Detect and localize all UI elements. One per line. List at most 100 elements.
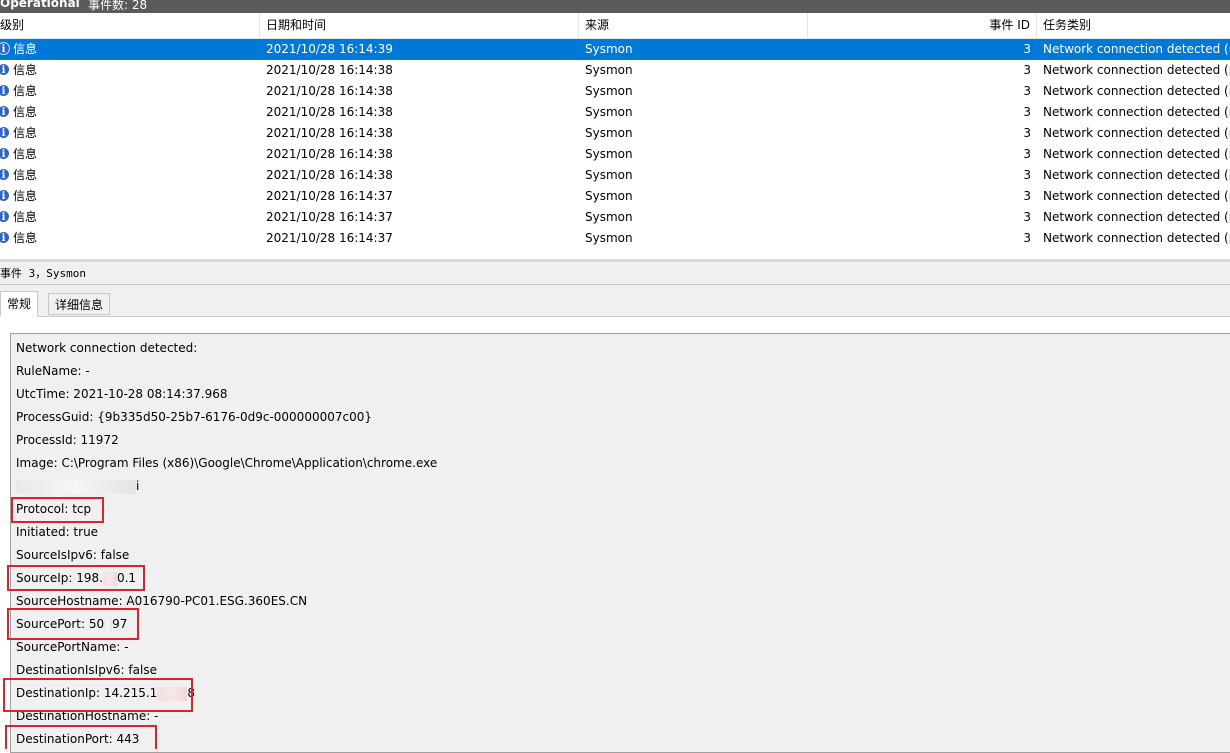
column-header-datetime[interactable]: 日期和时间 [260,13,579,38]
row-task: Network connection detected (ru [1043,147,1230,161]
column-header-source[interactable]: 来源 [579,13,808,38]
column-header-event-id[interactable]: 事件 ID [808,13,1037,38]
row-level: 信息 [13,168,38,182]
row-datetime: 2021/10/28 16:14:37 [266,231,393,245]
event-list: i 信息 2021/10/28 16:14:39 Sysmon 3 Networ… [0,39,1230,259]
event-details-title: 事件 3，Sysmon [0,262,1230,285]
highlight-box-protocol [11,497,104,523]
row-level: 信息 [13,189,38,203]
info-icon: i [0,189,10,202]
row-datetime: 2021/10/28 16:14:37 [266,210,393,224]
tab-general[interactable]: 常规 [0,291,39,317]
row-source: Sysmon [585,42,633,56]
highlight-box-source-port [7,608,139,640]
row-event-id: 3 [1023,63,1031,77]
row-event-id: 3 [1023,42,1031,56]
detail-line: Initiated: true [16,525,99,539]
info-icon: i [0,126,10,139]
detail-line: ProcessId: 11972 [16,433,119,447]
row-level: 信息 [13,147,38,161]
row-source: Sysmon [585,231,633,245]
highlight-box-destination-port [5,725,157,749]
row-task: Network connection detected (ru [1043,231,1230,245]
event-row[interactable]: i 信息 2021/10/28 16:14:37 Sysmon 3 Networ… [0,207,1230,228]
row-source: Sysmon [585,189,633,203]
row-event-id: 3 [1023,189,1031,203]
row-task: Network connection detected (ru [1043,63,1230,77]
row-level: 信息 [13,84,38,98]
info-icon: i [0,231,10,244]
row-datetime: 2021/10/28 16:14:38 [266,84,393,98]
row-event-id: 3 [1023,105,1031,119]
event-row[interactable]: i 信息 2021/10/28 16:14:37 Sysmon 3 Networ… [0,228,1230,249]
redacted-mask [16,479,136,494]
row-event-id: 3 [1023,231,1031,245]
row-task: Network connection detected (ru [1043,84,1230,98]
event-row[interactable]: i 信息 2021/10/28 16:14:38 Sysmon 3 Networ… [0,123,1230,144]
row-level: 信息 [13,126,38,140]
tab-details[interactable]: 详细信息 [48,293,111,315]
row-level: 信息 [13,210,38,224]
event-row-partial[interactable] [0,249,1230,259]
info-icon: i [0,42,10,55]
column-header-task-category[interactable]: 任务类别 [1037,13,1230,38]
detail-line-redacted: i [16,476,139,496]
highlight-box-source-ip [7,565,145,591]
event-row[interactable]: i 信息 2021/10/28 16:14:38 Sysmon 3 Networ… [0,165,1230,186]
row-datetime: 2021/10/28 16:14:37 [266,189,393,203]
detail-line: UtcTime: 2021-10-28 08:14:37.968 [16,387,228,401]
row-event-id: 3 [1023,168,1031,182]
highlight-box-destination-ip [3,678,193,712]
row-level: 信息 [13,63,38,77]
row-datetime: 2021/10/28 16:14:38 [266,126,393,140]
detail-line: SourceIsIpv6: false [16,548,130,562]
event-list-header: 级别 日期和时间 来源 事件 ID 任务类别 [0,13,1230,39]
row-datetime: 2021/10/28 16:14:38 [266,147,393,161]
row-event-id: 3 [1023,84,1031,98]
detail-line: Network connection detected: [16,341,198,355]
event-row[interactable]: i 信息 2021/10/28 16:14:38 Sysmon 3 Networ… [0,60,1230,81]
event-row[interactable]: i 信息 2021/10/28 16:14:38 Sysmon 3 Networ… [0,81,1230,102]
detail-line: RuleName: - [16,364,90,378]
row-task: Network connection detected (ru [1043,126,1230,140]
row-datetime: 2021/10/28 16:14:38 [266,168,393,182]
row-event-id: 3 [1023,126,1031,140]
column-header-level[interactable]: 级别 [0,13,260,38]
row-datetime: 2021/10/28 16:14:39 [266,42,393,56]
event-title-text: 事件 3，Sysmon [0,267,86,280]
info-icon: i [0,168,10,181]
row-source: Sysmon [585,105,633,119]
window-title-bar: Operational 事件数: 28 [0,0,1230,13]
row-datetime: 2021/10/28 16:14:38 [266,63,393,77]
row-event-id: 3 [1023,147,1031,161]
row-task: Network connection detected (ru [1043,210,1230,224]
row-task: Network connection detected (ru [1043,105,1230,119]
row-level: 信息 [13,42,38,56]
row-task: Network connection detected (ru [1043,42,1230,56]
row-source: Sysmon [585,63,633,77]
event-row[interactable]: i 信息 2021/10/28 16:14:38 Sysmon 3 Networ… [0,144,1230,165]
info-icon: i [0,147,10,160]
row-event-id: 3 [1023,210,1031,224]
row-task: Network connection detected (ru [1043,168,1230,182]
info-icon: i [0,63,10,76]
detail-line: SourcePortName: - [16,640,129,654]
row-source: Sysmon [585,126,633,140]
detail-line: Image: C:\Program Files (x86)\Google\Chr… [16,456,438,470]
row-source: Sysmon [585,147,633,161]
event-row[interactable]: i 信息 2021/10/28 16:14:37 Sysmon 3 Networ… [0,186,1230,207]
row-datetime: 2021/10/28 16:14:38 [266,105,393,119]
row-source: Sysmon [585,168,633,182]
event-row[interactable]: i 信息 2021/10/28 16:14:39 Sysmon 3 Networ… [0,39,1230,60]
event-row[interactable]: i 信息 2021/10/28 16:14:38 Sysmon 3 Networ… [0,102,1230,123]
detail-line: ProcessGuid: {9b335d50-25b7-6176-0d9c-00… [16,410,372,424]
row-task: Network connection detected (ru [1043,189,1230,203]
info-icon: i [0,105,10,118]
info-icon: i [0,210,10,223]
info-icon: i [0,84,10,97]
row-level: 信息 [13,231,38,245]
row-source: Sysmon [585,210,633,224]
detail-line: DestinationIsIpv6: false [16,663,157,677]
row-source: Sysmon [585,84,633,98]
log-name: Operational [0,0,80,10]
